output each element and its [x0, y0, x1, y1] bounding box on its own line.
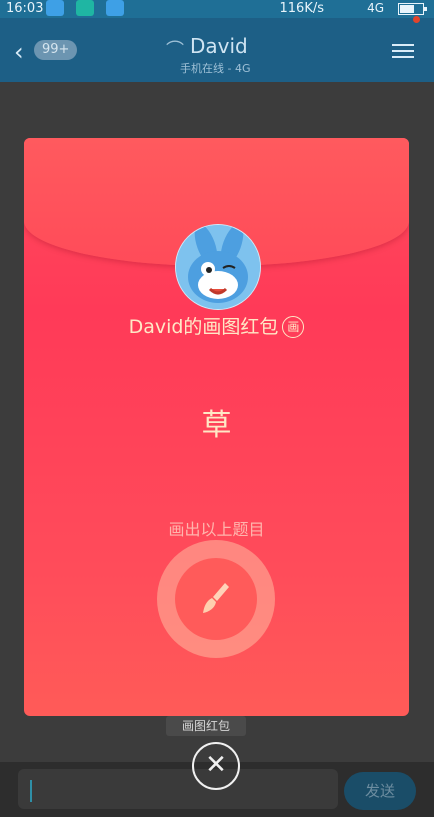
- packet-title: David的画图红包画: [24, 312, 409, 339]
- drawing-topic: 草: [201, 408, 232, 443]
- network-type: 4G: [367, 1, 384, 15]
- drawing-hint: 画出以上题目: [168, 520, 265, 539]
- packet-title-text: David的画图红包: [128, 316, 279, 338]
- notification-dot: [413, 16, 420, 23]
- status-bar: 16:03 116K/s 4G: [0, 0, 434, 18]
- contact-name: David: [190, 34, 248, 58]
- red-packet-card: David的画图红包画 草 画出以上题目: [24, 138, 409, 716]
- avatar: [175, 224, 261, 310]
- ear-icon: ⌒: [166, 40, 184, 61]
- brush-icon: [203, 583, 229, 613]
- battery-icon: [398, 3, 427, 15]
- contact-status: 手机在线 - 4G: [180, 62, 251, 75]
- menu-icon[interactable]: [392, 40, 414, 62]
- close-icon[interactable]: ✕: [192, 742, 240, 790]
- back-icon[interactable]: ‹: [14, 38, 24, 66]
- network-speed: 116K/s: [279, 1, 325, 16]
- text-caret: [30, 780, 32, 802]
- packet-caption: 画图红包: [166, 716, 246, 736]
- chat-header: ‹ 99+ ⌒ David 手机在线 - 4G: [0, 18, 434, 82]
- weather-app-icon-2: [106, 0, 124, 16]
- weather-app-icon: [46, 0, 64, 16]
- status-time: 16:03: [6, 1, 44, 16]
- unread-badge[interactable]: 99+: [34, 40, 78, 60]
- send-button[interactable]: 发送: [344, 772, 416, 810]
- message-input[interactable]: [18, 769, 338, 809]
- draw-tag-icon: 画: [282, 316, 305, 338]
- screenshot-app-icon: [76, 0, 94, 16]
